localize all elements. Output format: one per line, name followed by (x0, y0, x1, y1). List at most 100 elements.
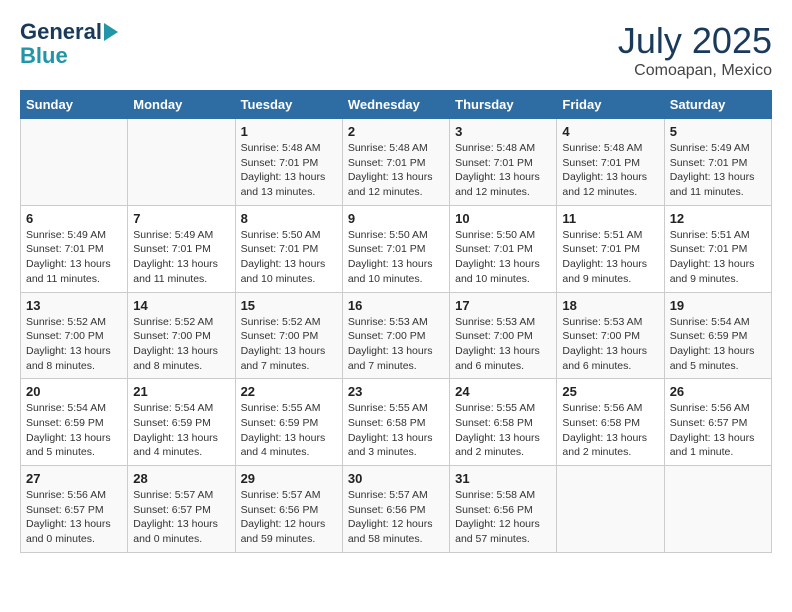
day-number: 14 (133, 298, 229, 313)
day-info: Sunrise: 5:56 AM Sunset: 6:57 PM Dayligh… (670, 401, 766, 460)
day-info: Sunrise: 5:55 AM Sunset: 6:59 PM Dayligh… (241, 401, 337, 460)
weekday-header: Thursday (450, 91, 557, 119)
page-header: General Blue July 2025 Comoapan, Mexico (20, 20, 772, 80)
day-number: 16 (348, 298, 444, 313)
day-info: Sunrise: 5:50 AM Sunset: 7:01 PM Dayligh… (241, 228, 337, 287)
calendar-cell: 31 Sunrise: 5:58 AM Sunset: 6:56 PM Dayli… (450, 466, 557, 553)
day-number: 8 (241, 211, 337, 226)
calendar-cell (664, 466, 771, 553)
day-info: Sunrise: 5:48 AM Sunset: 7:01 PM Dayligh… (562, 141, 658, 200)
calendar-cell: 9 Sunrise: 5:50 AM Sunset: 7:01 PM Daylig… (342, 205, 449, 292)
day-number: 9 (348, 211, 444, 226)
day-number: 10 (455, 211, 551, 226)
calendar-week-row: 20 Sunrise: 5:54 AM Sunset: 6:59 PM Dayli… (21, 379, 772, 466)
weekday-header: Wednesday (342, 91, 449, 119)
day-number: 11 (562, 211, 658, 226)
day-info: Sunrise: 5:50 AM Sunset: 7:01 PM Dayligh… (348, 228, 444, 287)
calendar-cell: 14 Sunrise: 5:52 AM Sunset: 7:00 PM Dayli… (128, 292, 235, 379)
logo-blue: Blue (20, 44, 68, 68)
calendar-cell: 23Sunrise: 5:55 AM Sunset: 6:58 PM Dayli… (342, 379, 449, 466)
calendar-cell: 27 Sunrise: 5:56 AM Sunset: 6:57 PM Dayli… (21, 466, 128, 553)
weekday-header: Tuesday (235, 91, 342, 119)
calendar-cell: 1Sunrise: 5:48 AM Sunset: 7:01 PM Daylig… (235, 119, 342, 206)
day-number: 19 (670, 298, 766, 313)
day-number: 5 (670, 124, 766, 139)
day-number: 22 (241, 384, 337, 399)
day-number: 26 (670, 384, 766, 399)
calendar-week-row: 1 Sunrise: 5:48 AM Sunset: 7:01 PM Daylig… (21, 119, 772, 206)
day-number: 28 (133, 471, 229, 486)
day-number: 13 (26, 298, 122, 313)
day-info: Sunrise: 5:54 AM Sunset: 6:59 PM Dayligh… (670, 315, 766, 374)
calendar-cell: 4Sunrise: 5:48 AM Sunset: 7:01 PM Daylig… (557, 119, 664, 206)
calendar-cell (128, 119, 235, 206)
day-number: 20 (26, 384, 122, 399)
day-info: Sunrise: 5:49 AM Sunset: 7:01 PM Dayligh… (133, 228, 229, 287)
day-info: Sunrise: 5:53 AM Sunset: 7:00 PM Dayligh… (562, 315, 658, 374)
logo-general: General (20, 20, 102, 44)
calendar-cell: 25 Sunrise: 5:56 AM Sunset: 6:58 PM Dayli… (557, 379, 664, 466)
day-info: Sunrise: 5:51 AM Sunset: 7:01 PM Dayligh… (670, 228, 766, 287)
calendar-cell: 19 Sunrise: 5:54 AM Sunset: 6:59 PM Dayli… (664, 292, 771, 379)
day-number: 1 (241, 124, 337, 139)
day-info: Sunrise: 5:57 AM Sunset: 6:56 PM Dayligh… (241, 488, 337, 547)
weekday-header: Monday (128, 91, 235, 119)
day-number: 25 (562, 384, 658, 399)
logo: General Blue (20, 20, 118, 68)
calendar-cell: 26 Sunrise: 5:56 AM Sunset: 6:57 PM Dayli… (664, 379, 771, 466)
day-info: Sunrise: 5:53 AM Sunset: 7:00 PM Dayligh… (455, 315, 551, 374)
day-number: 6 (26, 211, 122, 226)
day-info: Sunrise: 5:48 AM Sunset: 7:01 PM Dayligh… (348, 141, 444, 200)
day-info: Sunrise: 5:50 AM Sunset: 7:01 PM Dayligh… (455, 228, 551, 287)
calendar-cell: 18Sunrise: 5:53 AM Sunset: 7:00 PM Dayli… (557, 292, 664, 379)
calendar-cell: 6 Sunrise: 5:49 AM Sunset: 7:01 PM Daylig… (21, 205, 128, 292)
weekday-header: Saturday (664, 91, 771, 119)
calendar-cell (21, 119, 128, 206)
location: Comoapan, Mexico (618, 62, 772, 80)
calendar-cell: 24Sunrise: 5:55 AM Sunset: 6:58 PM Dayli… (450, 379, 557, 466)
weekday-header: Friday (557, 91, 664, 119)
calendar-cell: 3Sunrise: 5:48 AM Sunset: 7:01 PM Daylig… (450, 119, 557, 206)
calendar-cell: 22 Sunrise: 5:55 AM Sunset: 6:59 PM Dayli… (235, 379, 342, 466)
calendar-cell: 8 Sunrise: 5:50 AM Sunset: 7:01 PM Daylig… (235, 205, 342, 292)
calendar-cell: 30 Sunrise: 5:57 AM Sunset: 6:56 PM Dayli… (342, 466, 449, 553)
day-number: 30 (348, 471, 444, 486)
day-info: Sunrise: 5:58 AM Sunset: 6:56 PM Dayligh… (455, 488, 551, 547)
calendar-cell: 29 Sunrise: 5:57 AM Sunset: 6:56 PM Dayli… (235, 466, 342, 553)
day-info: Sunrise: 5:49 AM Sunset: 7:01 PM Dayligh… (670, 141, 766, 200)
calendar-cell: 28 Sunrise: 5:57 AM Sunset: 6:57 PM Dayli… (128, 466, 235, 553)
calendar-cell: 5 Sunrise: 5:49 AM Sunset: 7:01 PM Daylig… (664, 119, 771, 206)
day-info: Sunrise: 5:52 AM Sunset: 7:00 PM Dayligh… (26, 315, 122, 374)
day-info: Sunrise: 5:57 AM Sunset: 6:56 PM Dayligh… (348, 488, 444, 547)
calendar-cell: 20Sunrise: 5:54 AM Sunset: 6:59 PM Dayli… (21, 379, 128, 466)
day-info: Sunrise: 5:57 AM Sunset: 6:57 PM Dayligh… (133, 488, 229, 547)
month-title: July 2025 (618, 20, 772, 62)
day-info: Sunrise: 5:56 AM Sunset: 6:58 PM Dayligh… (562, 401, 658, 460)
header-row: SundayMondayTuesdayWednesdayThursdayFrid… (21, 91, 772, 119)
day-info: Sunrise: 5:56 AM Sunset: 6:57 PM Dayligh… (26, 488, 122, 547)
day-number: 21 (133, 384, 229, 399)
day-number: 15 (241, 298, 337, 313)
calendar-cell: 16 Sunrise: 5:53 AM Sunset: 7:00 PM Dayli… (342, 292, 449, 379)
day-info: Sunrise: 5:49 AM Sunset: 7:01 PM Dayligh… (26, 228, 122, 287)
calendar-cell: 10 Sunrise: 5:50 AM Sunset: 7:01 PM Dayli… (450, 205, 557, 292)
day-info: Sunrise: 5:54 AM Sunset: 6:59 PM Dayligh… (133, 401, 229, 460)
day-info: Sunrise: 5:53 AM Sunset: 7:00 PM Dayligh… (348, 315, 444, 374)
logo-arrow-icon (104, 23, 118, 41)
day-number: 23 (348, 384, 444, 399)
calendar-table: SundayMondayTuesdayWednesdayThursdayFrid… (20, 90, 772, 553)
calendar-cell: 17Sunrise: 5:53 AM Sunset: 7:00 PM Dayli… (450, 292, 557, 379)
day-number: 12 (670, 211, 766, 226)
day-number: 31 (455, 471, 551, 486)
calendar-week-row: 13 Sunrise: 5:52 AM Sunset: 7:00 PM Dayli… (21, 292, 772, 379)
day-info: Sunrise: 5:52 AM Sunset: 7:00 PM Dayligh… (133, 315, 229, 374)
day-number: 3 (455, 124, 551, 139)
calendar-cell: 13 Sunrise: 5:52 AM Sunset: 7:00 PM Dayli… (21, 292, 128, 379)
day-info: Sunrise: 5:52 AM Sunset: 7:00 PM Dayligh… (241, 315, 337, 374)
calendar-week-row: 6 Sunrise: 5:49 AM Sunset: 7:01 PM Daylig… (21, 205, 772, 292)
day-number: 29 (241, 471, 337, 486)
calendar-cell (557, 466, 664, 553)
calendar-cell: 21 Sunrise: 5:54 AM Sunset: 6:59 PM Dayli… (128, 379, 235, 466)
day-number: 27 (26, 471, 122, 486)
weekday-header: Sunday (21, 91, 128, 119)
